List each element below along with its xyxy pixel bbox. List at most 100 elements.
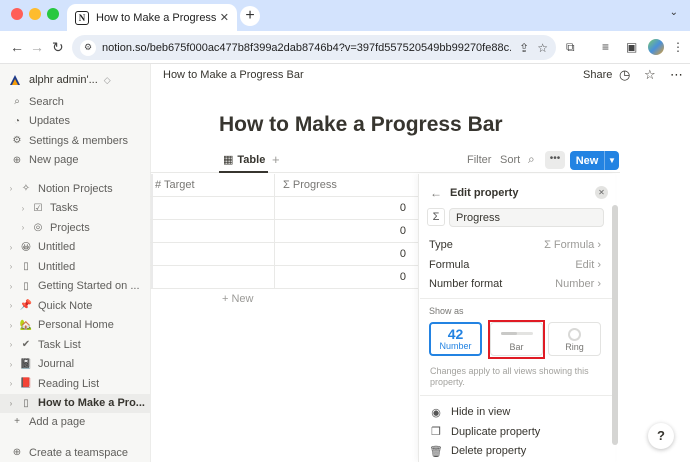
chevron-down-icon[interactable]: ▼: [604, 151, 619, 170]
sidebar-page-item[interactable]: › ▯ How to Make a Pro...: [0, 393, 150, 413]
notion-sidebar: alphr admin'... ◇ ⌕ Search ◔ Updates ⚙ Settin…: [0, 64, 151, 462]
reload-button[interactable]: ↻: [52, 39, 64, 55]
number-format-value: Number ›: [555, 278, 601, 290]
sidebar-page-item[interactable]: › 📕 Reading List: [0, 374, 150, 393]
window-maximize-button[interactable]: [47, 8, 59, 20]
expand-arrow-icon[interactable]: ›: [6, 301, 16, 310]
action-duplicate-property[interactable]: ❐ Duplicate property: [429, 424, 601, 440]
sidebar-page-item[interactable]: › 🏡 Personal Home: [0, 316, 150, 335]
property-type-icon[interactable]: Σ: [427, 208, 445, 226]
share-page-icon[interactable]: ⇪: [519, 41, 529, 55]
media-icon[interactable]: ≡: [602, 40, 609, 54]
page-icon: 🏡: [19, 319, 33, 331]
help-button[interactable]: ?: [648, 423, 674, 449]
add-row-button[interactable]: + New: [222, 293, 254, 305]
expand-arrow-icon[interactable]: ›: [6, 340, 16, 349]
progress-cell[interactable]: 0: [400, 225, 406, 237]
sidebar-page-item[interactable]: › 😀 Untitled: [0, 238, 150, 257]
progress-cell[interactable]: 0: [400, 248, 406, 260]
back-button[interactable]: ←: [10, 39, 24, 55]
history-clock-icon[interactable]: ◷: [619, 67, 630, 83]
page-icon: 😀: [20, 241, 32, 253]
number-format-row[interactable]: Number format Number ›: [429, 278, 601, 294]
expand-arrow-icon[interactable]: ›: [6, 321, 16, 330]
table-row[interactable]: 0: [150, 220, 418, 243]
address-bar[interactable]: ⚙ notion.so/beb675f000ac477b8f399a2dab87…: [72, 35, 556, 60]
formula-value: Edit ›: [575, 259, 601, 271]
sidebar-page-label: Quick Note: [38, 299, 93, 312]
expand-arrow-icon[interactable]: ›: [6, 399, 16, 408]
sidebar-page-item[interactable]: › ▯ Getting Started on ...: [0, 277, 150, 296]
table-row[interactable]: 0: [150, 243, 418, 266]
filter-button[interactable]: Filter: [467, 154, 491, 166]
site-info-icon[interactable]: ⚙: [80, 39, 96, 56]
extensions-icon[interactable]: ⧉: [566, 40, 575, 54]
property-name-input[interactable]: [449, 208, 604, 227]
sidebar-item-search[interactable]: ⌕ Search: [0, 92, 150, 111]
sidebar-page-item[interactable]: › ◎ Projects: [0, 218, 150, 237]
tab-table-view[interactable]: ▦ Table: [223, 153, 265, 167]
sidebar-item-updates[interactable]: ◔ Updates: [0, 112, 150, 131]
profile-avatar[interactable]: [648, 39, 664, 55]
window-minimize-button[interactable]: [29, 8, 41, 20]
progress-cell[interactable]: 0: [400, 202, 406, 214]
sidebar-page-item[interactable]: › ▯ Untitled: [0, 257, 150, 276]
browser-tab[interactable]: N How to Make a Progress Bar ✕: [67, 4, 237, 31]
more-options-icon[interactable]: ⋯: [670, 67, 683, 83]
new-record-button[interactable]: New ▼: [570, 151, 619, 170]
expand-arrow-icon[interactable]: ›: [6, 184, 16, 193]
sort-button[interactable]: Sort: [500, 154, 520, 166]
panel-scrollbar[interactable]: [612, 205, 618, 445]
updates-icon: ◔: [13, 115, 21, 127]
expand-arrow-icon[interactable]: ›: [6, 243, 16, 252]
expand-arrow-icon[interactable]: ›: [6, 262, 16, 271]
action-hide-in-view[interactable]: ◉ Hide in view: [429, 404, 601, 420]
add-view-button[interactable]: +: [272, 152, 280, 167]
table-row[interactable]: 0: [150, 266, 418, 289]
workspace-switcher[interactable]: alphr admin'... ◇: [8, 70, 148, 90]
database-more-button[interactable]: •••: [545, 151, 565, 169]
sidebar-page-item[interactable]: › ✔ Task List: [0, 335, 150, 354]
favorite-star-icon[interactable]: ☆: [644, 67, 656, 83]
sidebar-page-item[interactable]: › ✧ Notion Projects: [0, 179, 150, 198]
new-tab-button[interactable]: +: [240, 6, 260, 26]
sidebar-toggle-icon[interactable]: ▣: [626, 40, 637, 54]
browser-menu-icon[interactable]: ⋮: [672, 40, 684, 54]
expand-arrow-icon[interactable]: ›: [6, 379, 16, 388]
forward-button[interactable]: →: [30, 39, 44, 55]
expand-arrow-icon[interactable]: ›: [6, 282, 16, 291]
show-as-number-option[interactable]: 42 Number: [429, 322, 482, 356]
sidebar-page-item[interactable]: › 📌 Quick Note: [0, 296, 150, 315]
sidebar-item-settings-members[interactable]: ⚙ Settings & members: [0, 131, 150, 150]
back-arrow-icon[interactable]: ←: [430, 186, 442, 200]
table-row[interactable]: 0: [150, 197, 418, 220]
column-header-progress[interactable]: Σ Progress: [283, 179, 337, 191]
type-row[interactable]: Type Σ Formula ›: [429, 239, 601, 255]
search-icon[interactable]: ⌕: [528, 152, 535, 167]
window-close-button[interactable]: [11, 8, 23, 20]
breadcrumb[interactable]: How to Make a Progress Bar: [163, 69, 304, 81]
bookmark-star-icon[interactable]: ☆: [537, 41, 548, 55]
share-button[interactable]: Share: [583, 69, 612, 81]
tab-close-icon[interactable]: ✕: [220, 11, 229, 24]
progress-cell[interactable]: 0: [400, 271, 406, 283]
add-page-button[interactable]: + Add a page: [0, 412, 150, 431]
page-icon: 📓: [19, 358, 33, 370]
panel-divider: [420, 395, 612, 396]
type-value: Σ Formula ›: [544, 239, 601, 251]
show-as-ring-option[interactable]: Ring: [548, 322, 601, 356]
sidebar-page-item[interactable]: › ☑ Tasks: [0, 199, 150, 218]
close-icon[interactable]: ✕: [595, 186, 608, 199]
sidebar-page-item[interactable]: › 📓 Journal: [0, 355, 150, 374]
column-header-target[interactable]: # Target: [155, 179, 195, 191]
expand-arrow-icon[interactable]: ›: [18, 204, 28, 213]
expand-arrow-icon[interactable]: ›: [6, 360, 16, 369]
create-teamspace-button[interactable]: ⊕ Create a teamspace: [0, 443, 150, 462]
sidebar-item-new-page[interactable]: ⊕ New page: [0, 151, 150, 170]
tab-search-chevron-icon[interactable]: ⌄: [670, 7, 678, 18]
formula-row[interactable]: Formula Edit ›: [429, 259, 601, 275]
action-delete-property[interactable]: 🗑 Delete property: [429, 443, 601, 459]
expand-arrow-icon[interactable]: ›: [18, 223, 28, 232]
page-title[interactable]: How to Make a Progress Bar: [219, 113, 503, 137]
sidebar-page-label: Untitled: [38, 241, 76, 253]
